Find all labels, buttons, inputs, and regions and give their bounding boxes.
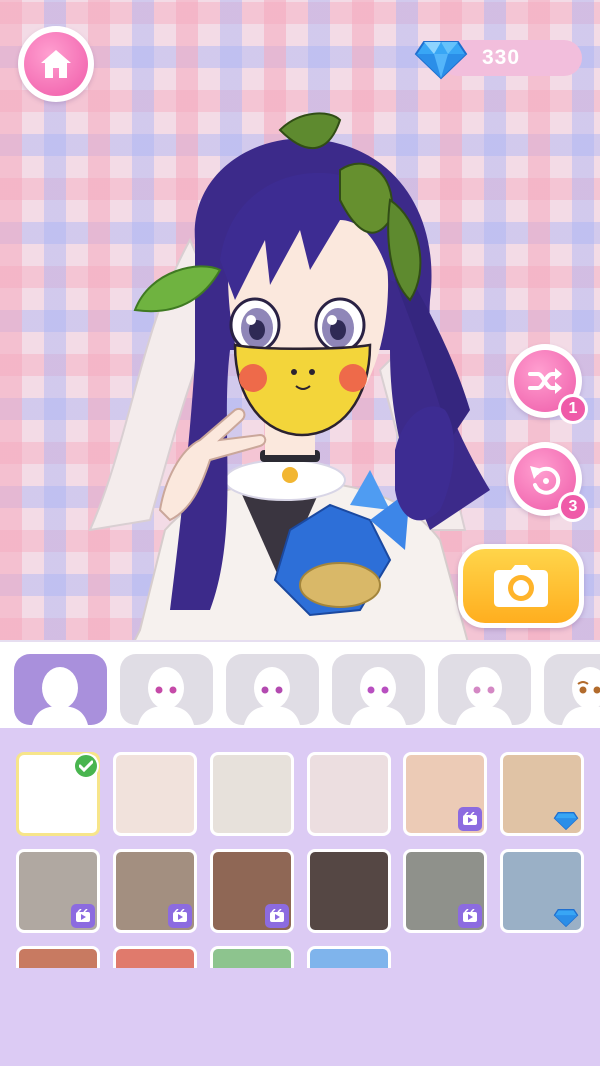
color-swatch[interactable] <box>307 849 391 933</box>
video-ad-icon <box>458 904 482 928</box>
face-eyes-icon <box>138 667 194 725</box>
category-eyes-4[interactable] <box>438 654 531 725</box>
color-swatch[interactable] <box>113 946 197 968</box>
undo-button[interactable]: 3 <box>508 442 588 522</box>
swatch-grid <box>0 728 600 968</box>
face-eyes-icon <box>350 667 406 725</box>
category-eyes-2[interactable] <box>226 654 319 725</box>
category-eyes-1[interactable] <box>120 654 213 725</box>
color-swatch[interactable] <box>500 752 584 836</box>
color-swatch[interactable] <box>16 849 100 933</box>
face-eyes-icon <box>562 667 600 725</box>
color-swatch[interactable] <box>16 752 100 836</box>
diamond-icon <box>553 908 579 928</box>
color-swatch[interactable] <box>307 946 391 968</box>
face-eyes-icon <box>456 667 512 725</box>
video-ad-icon <box>168 904 192 928</box>
shuffle-button[interactable]: 1 <box>508 344 588 424</box>
face-eyes-icon <box>244 667 300 725</box>
house-icon <box>41 50 71 78</box>
shuffle-count: 1 <box>558 394 588 424</box>
home-button[interactable] <box>18 26 94 102</box>
video-ad-icon <box>71 904 95 928</box>
category-skin[interactable] <box>14 654 107 725</box>
category-eyes-3[interactable] <box>332 654 425 725</box>
color-swatch[interactable] <box>16 946 100 968</box>
color-swatch[interactable] <box>307 752 391 836</box>
head-silhouette-icon <box>32 667 88 725</box>
gem-amount: 330 <box>482 46 521 69</box>
camera-button[interactable] <box>458 544 584 628</box>
color-swatch[interactable] <box>210 849 294 933</box>
color-swatch[interactable] <box>113 849 197 933</box>
video-ad-icon <box>265 904 289 928</box>
color-swatch[interactable] <box>210 946 294 968</box>
check-icon <box>73 753 99 779</box>
category-bar <box>0 640 600 728</box>
character-preview: 330 1 3 <box>0 0 600 640</box>
diamond-icon <box>553 811 579 831</box>
camera-icon <box>494 565 548 607</box>
undo-count: 3 <box>558 492 588 522</box>
color-swatch[interactable] <box>113 752 197 836</box>
video-ad-icon <box>458 807 482 831</box>
gem-counter: 330 <box>414 40 582 80</box>
skin-color-panel <box>0 728 600 1066</box>
diamond-icon <box>414 41 468 80</box>
category-eyes-5[interactable] <box>544 654 600 725</box>
color-swatch[interactable] <box>210 752 294 836</box>
color-swatch[interactable] <box>403 752 487 836</box>
shuffle-icon <box>528 368 562 394</box>
color-swatch[interactable] <box>403 849 487 933</box>
color-swatch[interactable] <box>500 849 584 933</box>
undo-icon <box>530 466 561 495</box>
